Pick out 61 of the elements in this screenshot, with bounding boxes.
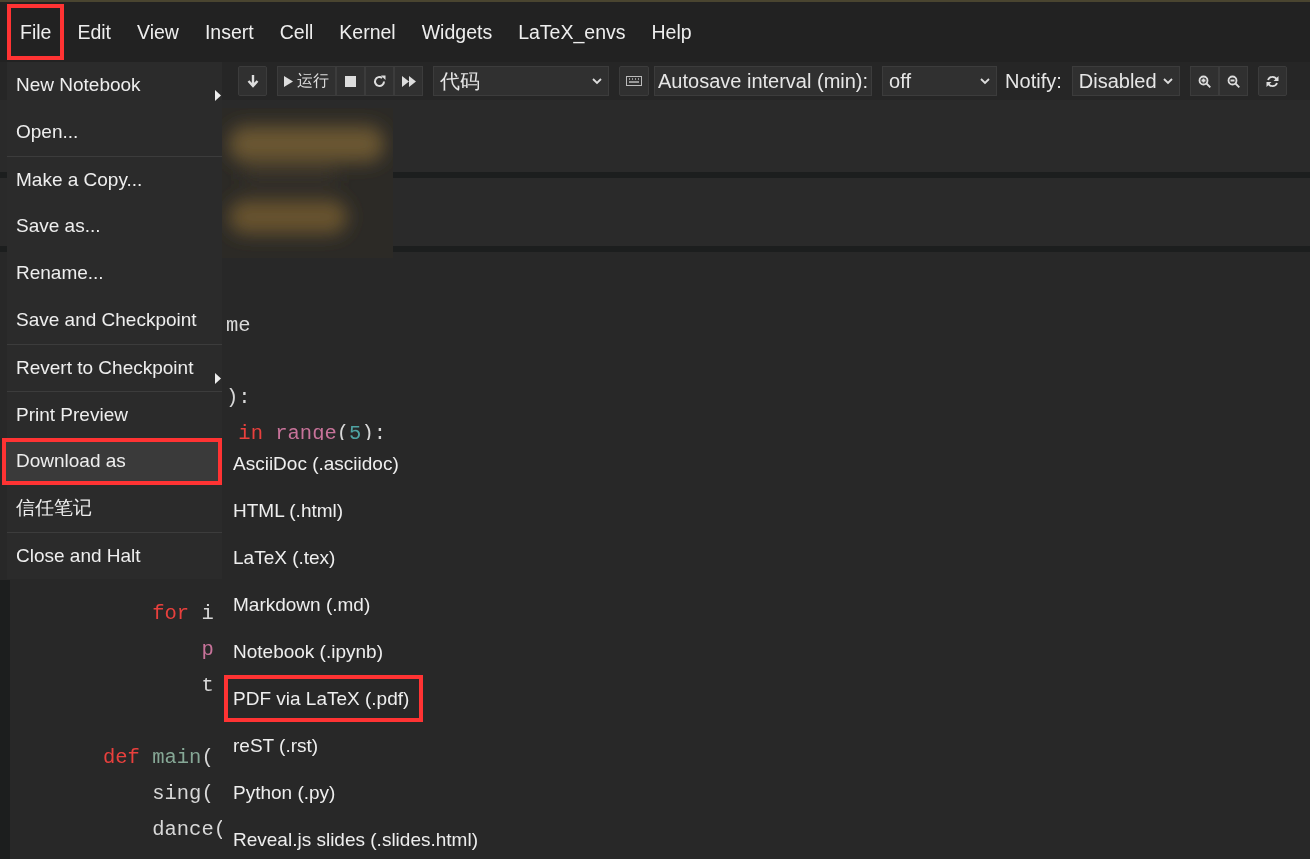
keyboard-button[interactable] <box>619 66 649 96</box>
zoom-in-button[interactable] <box>1189 66 1219 96</box>
code-line: me <box>226 314 251 337</box>
code-line: p <box>201 638 214 661</box>
caret-icon <box>592 77 602 85</box>
run-button[interactable]: 运行 <box>277 66 336 96</box>
code-line: for i <box>152 602 214 625</box>
refresh-button[interactable] <box>1257 66 1287 96</box>
menu-item[interactable]: Save and Checkpoint <box>7 297 222 344</box>
refresh-icon <box>1265 74 1279 88</box>
caret-icon <box>980 77 991 85</box>
play-icon <box>284 75 293 87</box>
caret-icon <box>1162 77 1173 85</box>
fast-forward-icon <box>401 75 416 87</box>
code-line: def main( <box>103 746 214 769</box>
menu-item[interactable]: Open... <box>7 109 222 156</box>
menu-item[interactable]: Download as <box>2 438 222 485</box>
menu-item[interactable]: Kernel <box>326 4 409 60</box>
restart-icon <box>373 74 386 88</box>
stop-button[interactable] <box>336 66 365 96</box>
menu-item[interactable]: View <box>124 4 192 60</box>
menu-item[interactable]: Rename... <box>7 250 222 297</box>
run-all-button[interactable] <box>394 66 423 96</box>
zoom-out-icon <box>1226 74 1240 88</box>
code-line: sing( <box>152 782 214 805</box>
menu-item[interactable]: Widgets <box>408 4 506 60</box>
submenu-arrow-icon <box>215 90 221 102</box>
menu-item[interactable]: File <box>7 4 65 60</box>
menu-item[interactable]: New Notebook <box>7 62 222 109</box>
submenu-item[interactable]: HTML (.html) <box>222 487 358 534</box>
code-line: ): <box>226 386 251 409</box>
submenu-arrow-icon <box>215 373 221 385</box>
menu-item[interactable]: Cell <box>266 4 327 60</box>
down-arrow-icon <box>246 74 259 88</box>
menu-item[interactable]: Edit <box>64 4 125 60</box>
code-line: t <box>201 674 214 697</box>
menu-item[interactable]: 信任笔记 <box>7 485 222 532</box>
submenu-item[interactable]: PDF via LaTeX (.pdf) <box>224 675 424 722</box>
restart-button[interactable] <box>365 66 394 96</box>
move-down-button[interactable] <box>238 66 267 96</box>
notify-label: Notify: <box>1005 69 1062 94</box>
submenu-item[interactable]: LaTeX (.tex) <box>222 534 350 581</box>
submenu-item[interactable]: Notebook (.ipynb) <box>222 628 397 675</box>
cell-type-select[interactable]: 代码 <box>433 66 609 96</box>
autosave-label: Autosave interval (min): <box>654 66 873 96</box>
zoom-in-icon <box>1197 74 1211 88</box>
submenu-item[interactable]: AsciiDoc (.asciidoc) <box>222 440 413 487</box>
submenu-item[interactable]: Markdown (.md) <box>222 581 385 628</box>
menu-item[interactable]: Insert <box>191 4 267 60</box>
submenu-item[interactable]: reST (.rst) <box>222 722 333 769</box>
menu-item[interactable]: Make a Copy... <box>7 156 222 203</box>
submenu-item[interactable]: Python (.py) <box>222 769 350 816</box>
keyboard-icon <box>626 76 642 86</box>
menu-item[interactable]: Revert to Checkpoint <box>7 344 222 391</box>
menu-item[interactable]: Save as... <box>7 203 222 250</box>
zoom-out-button[interactable] <box>1218 66 1248 96</box>
autosave-select[interactable]: off <box>882 66 998 96</box>
notify-select[interactable]: Disabled <box>1071 66 1180 96</box>
menu-item[interactable]: LaTeX_envs <box>505 4 639 60</box>
menu-item[interactable]: Help <box>638 4 705 60</box>
stop-icon <box>345 75 356 87</box>
